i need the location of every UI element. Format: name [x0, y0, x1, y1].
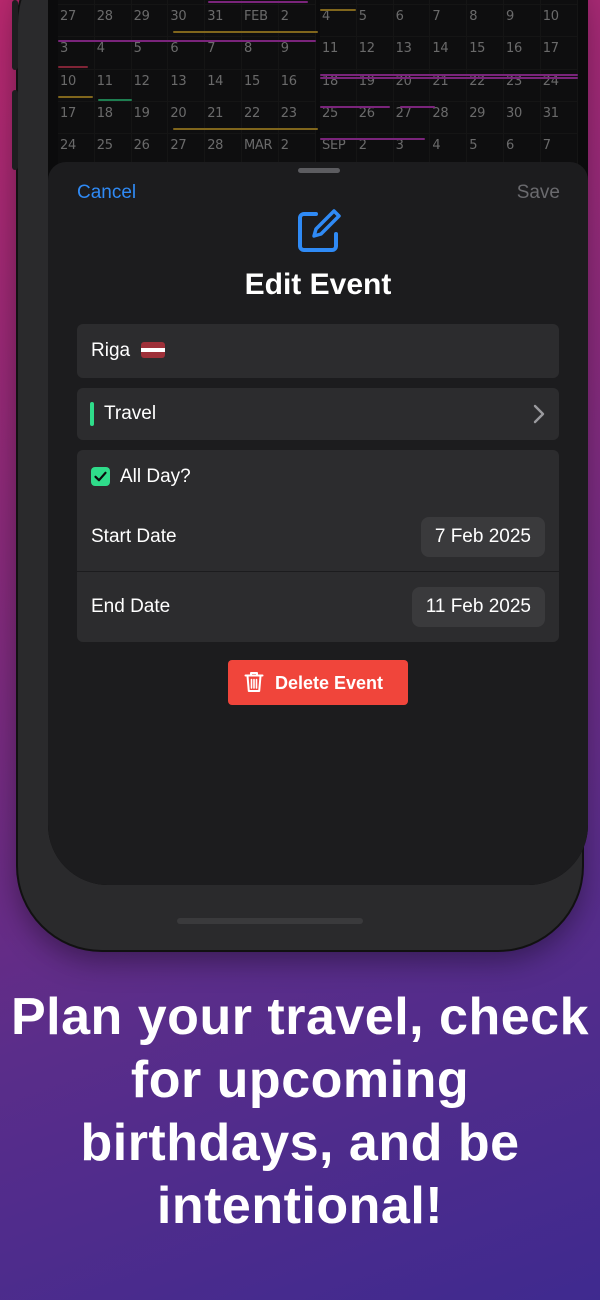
tagline-text: Plan your travel, check for upcoming bir…: [11, 988, 589, 1235]
calendar-day-cell[interactable]: 15: [467, 37, 504, 70]
calendar-day-cell[interactable]: 3: [58, 37, 95, 70]
calendar-day-cell[interactable]: 13: [393, 37, 431, 70]
phone-side-button: [12, 90, 18, 170]
calendar-event-line: [400, 106, 435, 108]
checkmark-icon: [94, 471, 107, 482]
start-date-row: Start Date 7 Feb 2025: [77, 502, 559, 572]
calendar-day-cell[interactable]: 16: [504, 37, 541, 70]
date-settings-group: All Day? Start Date 7 Feb 2025 End Date …: [77, 450, 559, 642]
marketing-tagline: Plan your travel, check for upcoming bir…: [0, 986, 600, 1238]
all-day-row[interactable]: All Day?: [77, 450, 559, 502]
calendar-day-cell[interactable]: 8: [467, 4, 504, 38]
calendar-left-column: 13141516171819202122232425262728293031FE…: [58, 0, 318, 180]
calendar-event-line: [320, 8, 356, 11]
sheet-grabber[interactable]: [298, 168, 340, 173]
calendar-day-cell[interactable]: 11: [320, 37, 357, 70]
calendar-day-cell[interactable]: 7: [205, 37, 242, 70]
calendar-event-line: [320, 73, 578, 76]
calendar-event-line: [98, 98, 132, 101]
calendar-day-cell[interactable]: 29: [131, 4, 169, 38]
calendar-event-line: [173, 128, 318, 130]
calendar-day-cell[interactable]: 13: [168, 69, 206, 102]
cancel-button[interactable]: Cancel: [77, 182, 136, 204]
calendar-day-cell[interactable]: 9: [278, 37, 316, 70]
delete-event-button[interactable]: Delete Event: [228, 660, 408, 705]
calendar-day-cell[interactable]: 16: [278, 69, 316, 102]
calendar-day-cell[interactable]: 18: [94, 102, 132, 135]
edit-pencil-icon: [298, 209, 341, 252]
calendar-day-cell[interactable]: 14: [430, 37, 468, 70]
start-date-picker[interactable]: 7 Feb 2025: [420, 517, 545, 557]
category-color-bar: [90, 402, 94, 426]
phone-side-button: [12, 0, 18, 70]
all-day-label: All Day?: [120, 466, 191, 487]
all-day-checkbox[interactable]: [91, 467, 110, 486]
calendar-day-cell[interactable]: 4: [94, 37, 132, 70]
phone-frame: 13141516171819202122232425262728293031FE…: [12, 0, 588, 950]
event-name-field[interactable]: Riga: [77, 324, 559, 378]
calendar-event-line: [58, 39, 316, 42]
event-name-value: Riga: [91, 340, 131, 361]
calendar-day-cell[interactable]: 12: [131, 69, 169, 102]
calendar-day-cell[interactable]: 30: [504, 102, 541, 135]
edit-event-sheet: Cancel Save Edit Event Riga Travel All D…: [48, 162, 588, 885]
calendar-day-cell[interactable]: 14: [205, 69, 242, 102]
calendar-event-line: [320, 106, 390, 108]
calendar-event-line: [173, 30, 318, 33]
calendar-day-cell[interactable]: 5: [356, 4, 394, 38]
calendar-event-line: [58, 66, 88, 69]
calendar-day-cell[interactable]: 6: [168, 37, 206, 70]
home-indicator[interactable]: [177, 918, 363, 924]
delete-event-label: Delete Event: [275, 673, 384, 693]
year-calendar-backdrop: 13141516171819202122232425262728293031FE…: [58, 0, 578, 180]
calendar-event-line: [320, 76, 578, 79]
latvia-flag-icon: [141, 342, 166, 358]
calendar-day-cell[interactable]: 8: [242, 37, 279, 70]
calendar-day-cell[interactable]: 17: [58, 102, 95, 135]
end-date-row: End Date 11 Feb 2025: [77, 572, 559, 642]
calendar-day-cell[interactable]: 27: [58, 4, 95, 38]
calendar-day-cell[interactable]: 11: [94, 69, 132, 102]
calendar-day-cell[interactable]: 12: [356, 37, 394, 70]
calendar-right-column: 2122232425262728293031AUG234567891011121…: [320, 0, 578, 180]
end-date-picker[interactable]: 11 Feb 2025: [411, 587, 545, 627]
calendar-day-cell[interactable]: 6: [393, 4, 431, 38]
calendar-day-cell[interactable]: 19: [131, 102, 169, 135]
save-button[interactable]: Save: [517, 182, 560, 204]
calendar-day-cell[interactable]: 28: [430, 102, 468, 135]
category-label: Travel: [104, 403, 157, 424]
category-picker[interactable]: Travel: [77, 388, 559, 440]
sheet-title: Edit Event: [244, 268, 392, 301]
calendar-day-cell[interactable]: 29: [467, 102, 504, 135]
start-date-label: Start Date: [91, 526, 177, 547]
calendar-day-cell[interactable]: 9: [504, 4, 541, 38]
trash-icon: [244, 672, 264, 692]
calendar-day-cell[interactable]: 15: [242, 69, 279, 102]
calendar-event-line: [58, 95, 93, 98]
calendar-day-cell[interactable]: 10: [540, 4, 578, 38]
calendar-day-cell[interactable]: 31: [540, 102, 578, 135]
calendar-day-cell[interactable]: 5: [131, 37, 169, 70]
calendar-day-cell[interactable]: 28: [94, 4, 132, 38]
calendar-day-cell[interactable]: 17: [540, 37, 578, 70]
chevron-right-icon: [533, 404, 545, 424]
end-date-label: End Date: [91, 596, 171, 617]
app-screen: 13141516171819202122232425262728293031FE…: [48, 0, 588, 885]
calendar-day-cell[interactable]: 7: [430, 4, 468, 38]
